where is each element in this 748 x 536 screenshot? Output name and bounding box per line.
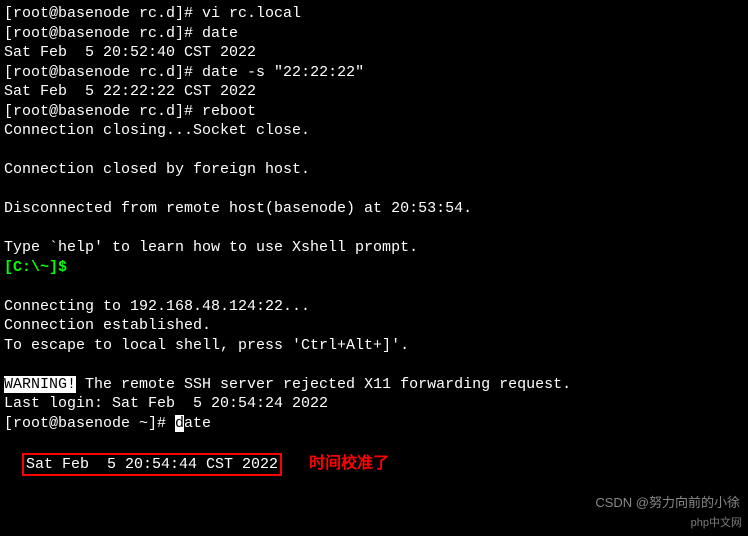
terminal-text-segment: [root@basenode rc.d]# xyxy=(4,64,202,81)
terminal-text-segment xyxy=(4,181,13,198)
terminal-text-segment: Connection closed by foreign host. xyxy=(4,161,310,178)
terminal-line: Connecting to 192.168.48.124:22... xyxy=(4,297,744,317)
terminal-line: Disconnected from remote host(basenode) … xyxy=(4,199,744,219)
terminal-text-segment: reboot xyxy=(202,103,256,120)
terminal-text-segment: Connection established. xyxy=(4,317,211,334)
corner-watermark: php中文网 xyxy=(691,516,742,530)
terminal-text-segment xyxy=(4,278,13,295)
terminal-line xyxy=(4,355,744,375)
terminal-text-segment: date xyxy=(202,25,238,42)
terminal-line: To escape to local shell, press 'Ctrl+Al… xyxy=(4,336,744,356)
terminal-line: [root@basenode rc.d]# date xyxy=(4,24,744,44)
terminal-text-segment: [root@basenode rc.d]# xyxy=(4,103,202,120)
terminal-text-segment: [root@basenode rc.d]# xyxy=(4,5,202,22)
terminal-text-segment: WARNING! xyxy=(4,376,76,393)
terminal-line: Type `help' to learn how to use Xshell p… xyxy=(4,238,744,258)
terminal-text-segment: Connection closing...Socket close. xyxy=(4,122,310,139)
terminal-line: [root@basenode ~]# date xyxy=(4,414,744,434)
terminal-text-segment: Connecting to 192.168.48.124:22... xyxy=(4,298,310,315)
terminal-text-segment xyxy=(4,356,13,373)
terminal-line: [root@basenode rc.d]# reboot xyxy=(4,102,744,122)
terminal-line: Last login: Sat Feb 5 20:54:24 2022 xyxy=(4,394,744,414)
terminal-line: WARNING! The remote SSH server rejected … xyxy=(4,375,744,395)
terminal-text-segment: [root@basenode ~]# xyxy=(4,415,175,432)
terminal-line: [C:\~]$ xyxy=(4,258,744,278)
terminal-text-segment: d xyxy=(175,415,184,432)
terminal-line: Connection closed by foreign host. xyxy=(4,160,744,180)
csdn-watermark: CSDN @努力向前的小徐 xyxy=(595,495,740,512)
terminal-line: [root@basenode rc.d]# vi rc.local xyxy=(4,4,744,24)
terminal-line: Connection established. xyxy=(4,316,744,336)
highlighted-date-box: Sat Feb 5 20:54:44 CST 2022 xyxy=(22,453,282,477)
terminal-text-segment xyxy=(4,142,13,159)
terminal-text-segment: Disconnected from remote host(basenode) … xyxy=(4,200,472,217)
terminal-text-segment: Last login: Sat Feb 5 20:54:24 2022 xyxy=(4,395,328,412)
terminal-line: [root@basenode rc.d]# date -s "22:22:22" xyxy=(4,63,744,83)
annotation-text: 时间校准了 xyxy=(309,455,389,472)
terminal-output[interactable]: [root@basenode rc.d]# vi rc.local[root@b… xyxy=(4,4,744,433)
terminal-text-segment: [C:\~]$ xyxy=(4,259,76,276)
terminal-text-segment: Sat Feb 5 22:22:22 CST 2022 xyxy=(4,83,256,100)
final-output-line: Sat Feb 5 20:54:44 CST 2022 时间校准了 xyxy=(4,433,744,476)
terminal-line xyxy=(4,219,744,239)
terminal-line: Sat Feb 5 22:22:22 CST 2022 xyxy=(4,82,744,102)
terminal-text-segment: Sat Feb 5 20:52:40 CST 2022 xyxy=(4,44,256,61)
terminal-line: Connection closing...Socket close. xyxy=(4,121,744,141)
terminal-line xyxy=(4,180,744,200)
final-date-text: Sat Feb 5 20:54:44 CST 2022 xyxy=(26,456,278,473)
terminal-text-segment: Type `help' to learn how to use Xshell p… xyxy=(4,239,418,256)
terminal-text-segment: To escape to local shell, press 'Ctrl+Al… xyxy=(4,337,409,354)
terminal-text-segment: [root@basenode rc.d]# xyxy=(4,25,202,42)
terminal-text-segment xyxy=(4,220,13,237)
terminal-text-segment: The remote SSH server rejected X11 forwa… xyxy=(76,376,571,393)
terminal-text-segment: vi rc.local xyxy=(202,5,301,22)
terminal-text-segment: date -s "22:22:22" xyxy=(202,64,364,81)
terminal-line: Sat Feb 5 20:52:40 CST 2022 xyxy=(4,43,744,63)
terminal-line xyxy=(4,141,744,161)
terminal-text-segment: ate xyxy=(184,415,211,432)
terminal-line xyxy=(4,277,744,297)
